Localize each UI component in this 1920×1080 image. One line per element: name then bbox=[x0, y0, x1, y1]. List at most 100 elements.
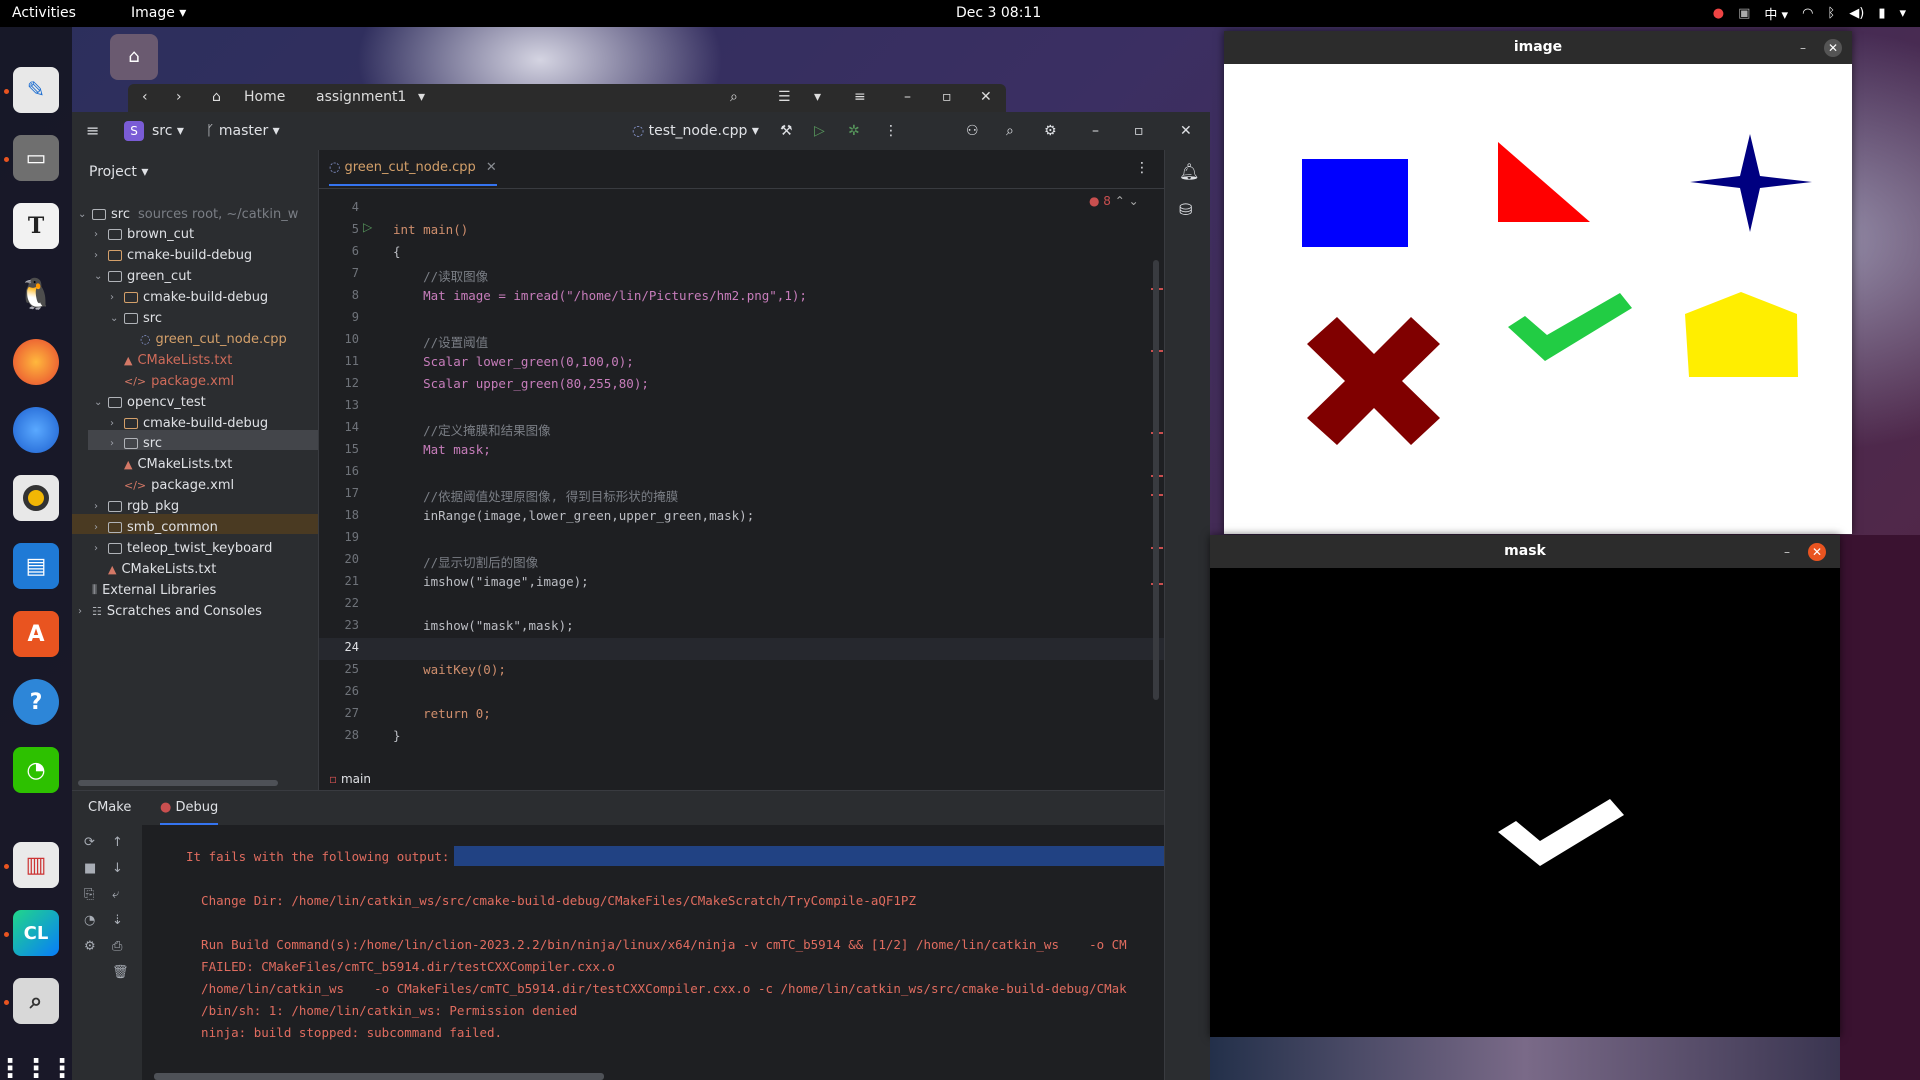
tree-item[interactable]: </> package.xml bbox=[110, 371, 234, 391]
thunderbird-icon[interactable] bbox=[13, 407, 59, 453]
horizontal-scrollbar[interactable] bbox=[78, 780, 278, 786]
tray-app-icon[interactable]: ● bbox=[1713, 6, 1724, 21]
wechat-icon[interactable]: ◔ bbox=[13, 747, 59, 793]
settings-icon[interactable]: ⚙ bbox=[84, 939, 96, 954]
gutter-run-icon[interactable]: ▷ bbox=[363, 220, 372, 234]
chevron-down-icon[interactable]: ⌄ bbox=[110, 313, 124, 324]
code-line[interactable]: //显示切割后的图像 bbox=[393, 552, 538, 571]
chevron-right-icon[interactable]: › bbox=[110, 292, 124, 303]
up-arrow-icon[interactable]: ↑ bbox=[112, 835, 123, 850]
bluetooth-icon[interactable]: ᛒ bbox=[1827, 6, 1835, 21]
tree-item[interactable]: ◌ green_cut_node.cpp bbox=[126, 329, 287, 349]
code-line[interactable]: //设置阈值 bbox=[393, 332, 488, 351]
code-line[interactable]: imshow("mask",mask); bbox=[393, 618, 574, 633]
code-line[interactable]: int main() bbox=[393, 222, 468, 237]
app-menu[interactable]: Image ▾ bbox=[131, 5, 186, 21]
clion-icon[interactable]: CL bbox=[13, 910, 59, 956]
document-viewer-icon[interactable]: ▥ bbox=[13, 842, 59, 888]
console-horizontal-scrollbar[interactable] bbox=[154, 1073, 604, 1080]
code-line[interactable]: imshow("image",image); bbox=[393, 574, 589, 589]
close-icon[interactable]: ✕ bbox=[1180, 123, 1192, 139]
app-center-icon[interactable]: A bbox=[13, 611, 59, 657]
run-icon[interactable]: ▷ bbox=[814, 123, 825, 139]
tray-app-icon-2[interactable]: ▣ bbox=[1738, 6, 1750, 21]
tree-item[interactable]: › brown_cut bbox=[94, 225, 194, 245]
branch-selector[interactable]: ᚴ master ▾ bbox=[206, 123, 280, 139]
minimize-icon[interactable]: – bbox=[1778, 543, 1796, 561]
tree-item[interactable]: ▲ CMakeLists.txt bbox=[94, 559, 216, 579]
tree-item[interactable]: </> package.xml bbox=[110, 476, 234, 496]
chevron-right-icon[interactable]: › bbox=[110, 418, 124, 429]
chevron-down-icon[interactable]: ⌄ bbox=[94, 397, 108, 408]
scroll-to-end-icon[interactable]: ⇣ bbox=[112, 913, 123, 928]
battery-icon[interactable]: ▮ bbox=[1878, 6, 1885, 21]
tree-item[interactable]: › teleop_twist_keyboard bbox=[94, 538, 272, 558]
code-editor[interactable]: ◌ green_cut_node.cpp ✕ ⋮ ● 8 ⌃ ⌄ 4 5 6 7 8 9 1… bbox=[318, 150, 1165, 790]
chevron-down-icon[interactable]: ⌄ bbox=[78, 209, 92, 220]
main-menu-icon[interactable]: ≡ bbox=[86, 121, 99, 140]
chevron-right-icon[interactable]: › bbox=[110, 438, 124, 449]
database-icon[interactable]: ⛁ bbox=[1179, 200, 1192, 219]
chevron-right-icon[interactable]: › bbox=[78, 606, 92, 617]
tab-debug[interactable]: ● Debug bbox=[160, 800, 219, 825]
settings-icon[interactable]: ⚙ bbox=[1044, 123, 1057, 139]
code-line[interactable]: return 0; bbox=[393, 706, 491, 721]
code-line[interactable]: inRange(image,lower_green,upper_green,ma… bbox=[393, 508, 754, 523]
soft-wrap-icon[interactable]: ⤶ bbox=[112, 887, 119, 902]
tree-item[interactable]: ⌄ src sources root, ~/catkin_w bbox=[78, 204, 298, 224]
typora-icon[interactable]: T bbox=[13, 203, 59, 249]
code-line[interactable]: Scalar upper_green(80,255,80); bbox=[393, 376, 649, 391]
code-line[interactable]: //读取图像 bbox=[393, 266, 488, 285]
run-config-selector[interactable]: ◌ test_node.cpp ▾ bbox=[632, 123, 759, 139]
minimize-icon[interactable]: – bbox=[1092, 123, 1099, 139]
clock[interactable]: Dec 3 08:11 bbox=[956, 5, 1041, 21]
code-line[interactable]: //定义掩膜和结果图像 bbox=[393, 420, 551, 439]
tree-item[interactable]: ⫼ External Libraries bbox=[78, 580, 216, 600]
breadcrumb[interactable]: ▫ main bbox=[329, 772, 371, 786]
tab-cmake[interactable]: CMake bbox=[88, 800, 131, 815]
chevron-down-icon[interactable]: ⌄ bbox=[94, 271, 108, 282]
qq-icon[interactable]: 🐧 bbox=[13, 271, 59, 317]
code-line[interactable]: Mat image = imread("/home/lin/Pictures/h… bbox=[393, 288, 807, 303]
tree-item[interactable]: › cmake-build-debug bbox=[94, 246, 252, 266]
search-icon[interactable]: ⌕ bbox=[730, 89, 738, 105]
tree-item[interactable]: › cmake-build-debug bbox=[110, 413, 268, 433]
maximize-icon[interactable]: ▫ bbox=[1134, 123, 1144, 139]
stop-icon[interactable]: ■ bbox=[84, 861, 96, 876]
code-line[interactable]: Mat mask; bbox=[393, 442, 491, 457]
chevron-right-icon[interactable]: › bbox=[94, 250, 108, 261]
notifications-icon[interactable]: 🔔︎ bbox=[1179, 162, 1199, 181]
forward-icon[interactable]: › bbox=[176, 89, 182, 105]
system-menu-chevron-icon[interactable]: ▾ bbox=[1899, 6, 1906, 21]
path-assignment1[interactable]: assignment1 bbox=[316, 89, 406, 105]
print-icon[interactable]: ⎙ bbox=[112, 939, 122, 954]
vertical-scrollbar[interactable] bbox=[1153, 260, 1159, 700]
down-arrow-icon[interactable]: ↓ bbox=[112, 861, 123, 876]
project-selector[interactable]: src ▾ bbox=[152, 123, 184, 139]
system-tray[interactable]: ● ▣ 中 ▾ ◠ ᛒ ◀) ▮ ▾ bbox=[1713, 4, 1906, 23]
close-icon[interactable]: ✕ bbox=[1824, 39, 1842, 57]
path-dropdown-icon[interactable]: ▾ bbox=[418, 89, 425, 105]
add-user-icon[interactable]: ⚇ bbox=[966, 123, 979, 139]
tab-green-cut-node[interactable]: ◌ green_cut_node.cpp ✕ bbox=[329, 160, 497, 186]
chevron-right-icon[interactable]: › bbox=[94, 522, 108, 533]
tree-item[interactable]: ⌄ src bbox=[110, 309, 162, 329]
chevron-right-icon[interactable]: › bbox=[94, 543, 108, 554]
more-actions-icon[interactable]: ⋮ bbox=[884, 123, 898, 139]
code-line[interactable]: Scalar lower_green(0,100,0); bbox=[393, 354, 634, 369]
view-options-icon[interactable]: ▾ bbox=[814, 89, 821, 105]
close-icon[interactable]: ✕ bbox=[980, 89, 992, 105]
maximize-icon[interactable]: ▫ bbox=[942, 89, 952, 105]
trash-icon[interactable]: 🗑︎ bbox=[112, 965, 129, 980]
show-apps-icon[interactable]: ⋮⋮⋮ bbox=[0, 1046, 75, 1080]
clear-cache-icon[interactable]: ⎘ bbox=[84, 887, 94, 902]
code-line[interactable]: { bbox=[393, 244, 401, 259]
project-panel-header[interactable]: Project ▾ bbox=[89, 164, 148, 180]
input-method[interactable]: 中 ▾ bbox=[1764, 4, 1788, 23]
search-everywhere-icon[interactable]: ⌕ bbox=[1006, 123, 1014, 139]
libreoffice-writer-icon[interactable]: ▤ bbox=[13, 543, 59, 589]
files-icon[interactable]: ▭ bbox=[13, 135, 59, 181]
volume-icon[interactable]: ◀) bbox=[1849, 6, 1864, 21]
wifi-icon[interactable]: ◠ bbox=[1802, 6, 1813, 21]
tab-options-icon[interactable]: ⋮ bbox=[1135, 160, 1149, 176]
